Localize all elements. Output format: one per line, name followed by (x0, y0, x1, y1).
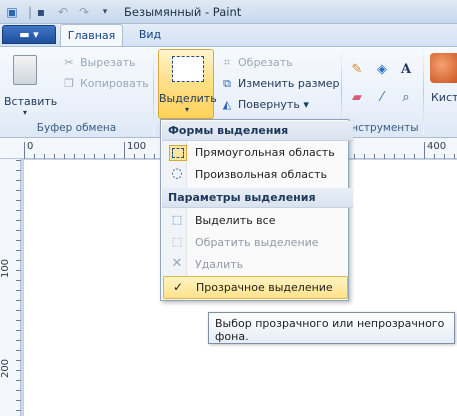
menu-item-transparent-selection[interactable]: ✓ Прозрачное выделение (163, 276, 348, 299)
brushes-label[interactable]: Кист (431, 91, 457, 104)
copy-label: Копировать (80, 77, 149, 90)
delete-icon: ✕ (171, 256, 183, 271)
redo-icon[interactable]: ↷ (76, 4, 92, 20)
freeform-selection-icon: ◌ (171, 166, 183, 181)
customize-icon[interactable]: ▾ (97, 4, 113, 20)
ruler-vertical: 100 200 (0, 159, 21, 416)
ruler-label: 400 (427, 141, 447, 152)
paste-label: Вставить (4, 95, 58, 108)
copy-button[interactable]: ❐ Копировать (62, 74, 149, 94)
ruler-label: 0 (27, 141, 34, 152)
rotate-button[interactable]: ◭ Повернуть ▾ (220, 95, 309, 115)
clipboard-group-label: Буфер обмена (36, 122, 117, 134)
brush-icon[interactable] (430, 53, 457, 83)
undo-icon[interactable]: ↶ (55, 4, 71, 20)
section-selection-shapes: Формы выделения (162, 121, 353, 141)
tab-view[interactable]: Вид (130, 24, 170, 46)
menu-item-select-all[interactable]: ⬚ Выделить все (163, 210, 346, 231)
resize-button[interactable]: ⧉ Изменить размер (220, 74, 340, 94)
resize-label: Изменить размер (238, 77, 340, 90)
pencil-icon[interactable]: ✎ (347, 59, 367, 79)
menu-item-label: Прямоугольная область (195, 146, 335, 159)
group-separator (153, 49, 154, 135)
menu-item-label: Выделить все (195, 214, 276, 227)
eraser-icon[interactable]: ▰ (347, 87, 367, 107)
ruler-label: 100 (0, 258, 12, 279)
menu-item-rectangular[interactable]: Прямоугольная область (163, 142, 346, 163)
section-selection-options: Параметры выделения (162, 188, 353, 208)
select-label: Выделить (159, 92, 217, 105)
select-button[interactable]: Выделить ▾ (158, 49, 217, 119)
fill-icon[interactable]: ◈ (372, 59, 392, 79)
cut-button[interactable]: ✂ Вырезать (62, 53, 135, 73)
save-icon[interactable]: ▪ (33, 4, 49, 20)
group-separator (423, 49, 424, 135)
title-bar: ▣ | ▪ ↶ ↷ ▾ Безымянный - Paint (0, 0, 457, 24)
invert-selection-icon: ⬚ (171, 235, 183, 248)
checkmark-icon: ✓ (172, 280, 184, 294)
menu-item-invert-selection[interactable]: ⬚ Обратить выделение (163, 232, 346, 253)
ruler-label: 200 (0, 358, 12, 379)
tab-home[interactable]: Главная (60, 24, 123, 47)
rotate-label: Повернуть ▾ (238, 98, 309, 111)
selection-rect-icon (172, 56, 204, 82)
chevron-down-icon: ▾ (22, 108, 27, 117)
color-picker-icon[interactable]: ⁄ (372, 87, 392, 107)
menu-item-label: Удалить (195, 258, 244, 271)
text-icon[interactable]: A (396, 59, 416, 79)
select-all-icon: ⬚ (171, 213, 183, 226)
chevron-down-icon: ▾ (184, 105, 189, 114)
resize-icon: ⧉ (223, 77, 231, 90)
crop-button[interactable]: ⌗ Обрезать (220, 53, 293, 73)
paste-button[interactable]: Вставить ▾ (4, 51, 58, 117)
menu-item-delete[interactable]: ✕ Удалить (163, 254, 346, 275)
menu-item-label: Произвольная область (195, 168, 327, 181)
paint-app-icon[interactable]: ▣ (4, 4, 20, 20)
copy-icon: ❐ (64, 77, 74, 90)
ruler-label: 100 (127, 141, 147, 152)
scissors-icon: ✂ (64, 56, 74, 69)
select-dropdown-menu: Формы выделения Прямоугольная область ◌ … (160, 119, 353, 301)
rect-selection-icon (169, 145, 187, 161)
cut-label: Вырезать (80, 56, 136, 69)
magnifier-icon[interactable]: ⌕ (396, 87, 416, 107)
clipboard-icon (13, 55, 37, 85)
menu-item-label: Прозрачное выделение (196, 281, 333, 294)
file-menu-button[interactable]: ▬ ▾ (2, 25, 56, 44)
tooltip: Выбор прозрачного или непрозрачного фона… (208, 312, 455, 344)
rotate-icon: ◭ (222, 98, 232, 111)
menu-item-freeform[interactable]: ◌ Произвольная область (163, 164, 346, 185)
window-title: Безымянный - Paint (124, 5, 242, 19)
tools-group-label: Инструменты (343, 122, 419, 134)
crop-icon: ⌗ (223, 56, 231, 69)
menu-item-label: Обратить выделение (195, 236, 319, 249)
crop-label: Обрезать (238, 56, 293, 69)
